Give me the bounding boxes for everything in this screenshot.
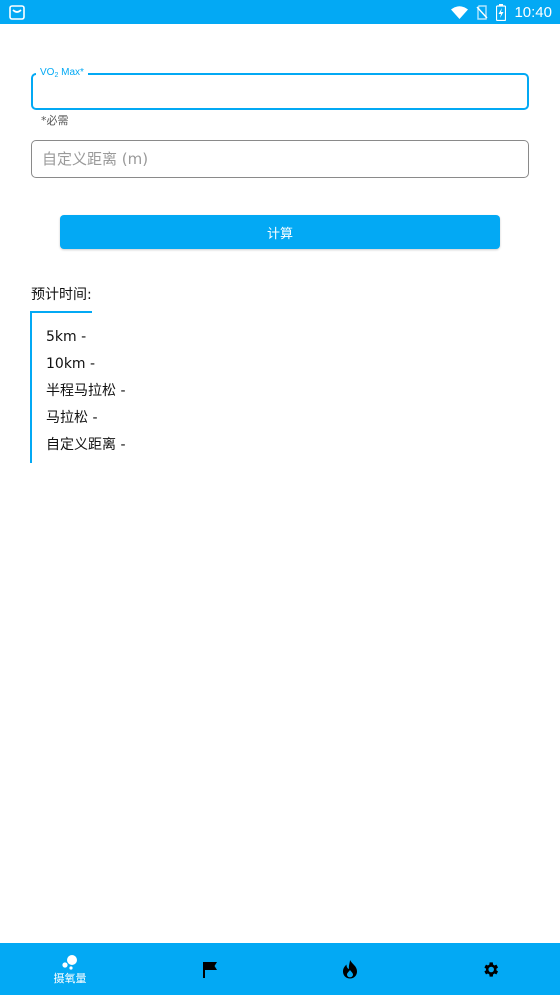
- gear-icon: [481, 960, 500, 979]
- bubbles-icon: [61, 954, 79, 970]
- wifi-icon: [451, 5, 469, 19]
- nav-race[interactable]: [140, 943, 280, 995]
- bottom-nav: 摄氧量: [0, 943, 560, 995]
- estimate-marathon: 马拉松 -: [46, 410, 98, 426]
- flag-icon: [202, 961, 218, 978]
- custom-distance-field[interactable]: [31, 140, 529, 178]
- nav-vo2[interactable]: 摄氧量: [0, 943, 140, 995]
- shopping-bag-icon: [8, 4, 26, 20]
- estimate-half-marathon: 半程马拉松 -: [46, 383, 126, 399]
- calculate-button[interactable]: 计算: [60, 215, 500, 249]
- vo2-max-label: VO2 Max*: [36, 66, 88, 83]
- estimate-custom-distance: 自定义距离 -: [46, 437, 126, 453]
- custom-distance-input[interactable]: [42, 141, 512, 177]
- flame-icon: [342, 959, 358, 979]
- no-sim-icon: [476, 4, 488, 20]
- nav-training[interactable]: [280, 943, 420, 995]
- vo2-required-helper: *必需: [41, 114, 69, 127]
- battery-charging-icon: [496, 3, 507, 21]
- estimated-time-title: 预计时间:: [31, 287, 92, 303]
- status-bar: 10:40: [0, 0, 560, 24]
- estimated-time-panel: 5km - 10km - 半程马拉松 - 马拉松 - 自定义距离 -: [30, 311, 230, 463]
- estimate-5km: 5km -: [46, 329, 87, 345]
- vo2-max-input[interactable]: [31, 73, 529, 110]
- nav-vo2-label: 摄氧量: [53, 971, 87, 985]
- estimate-10km: 10km -: [46, 356, 96, 372]
- nav-settings[interactable]: [420, 943, 560, 995]
- status-time: 10:40: [514, 3, 552, 21]
